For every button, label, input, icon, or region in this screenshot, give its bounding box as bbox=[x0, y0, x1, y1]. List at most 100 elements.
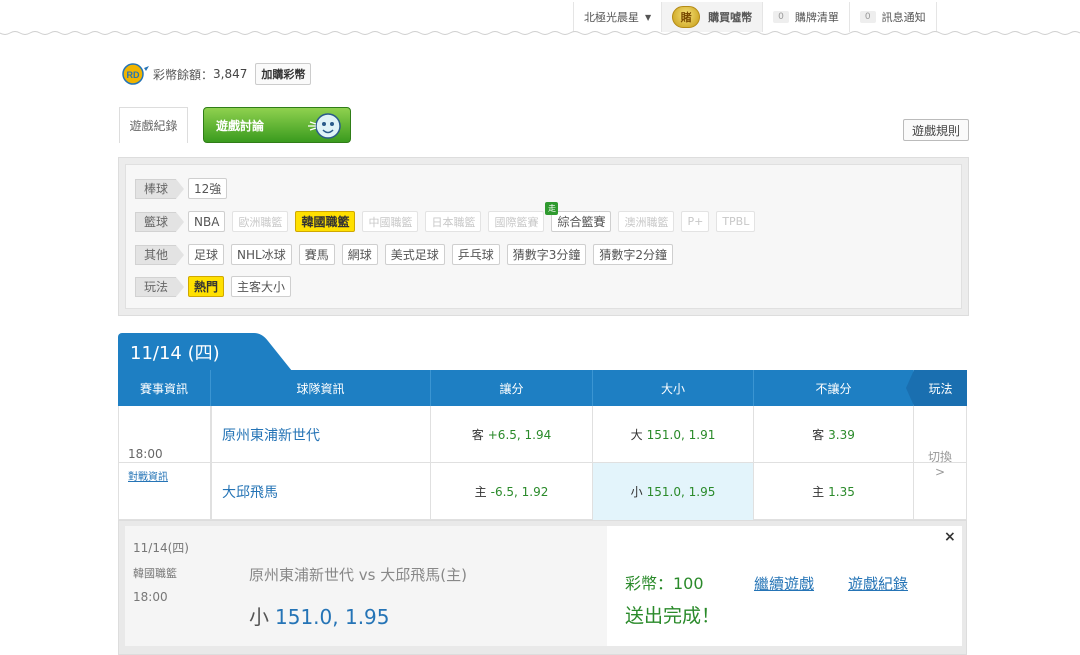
game-history-link[interactable]: 遊戲紀錄 bbox=[848, 573, 908, 594]
filter-chip-label: 足球 bbox=[194, 248, 219, 262]
total-odds-selected[interactable]: 小 151.0, 1.95 bbox=[593, 463, 754, 520]
filter-chip-label: NHL冰球 bbox=[237, 248, 286, 262]
filter-chip[interactable]: 足球 bbox=[188, 244, 225, 265]
header-total: 大小 bbox=[593, 370, 754, 406]
top-bar: 北極光晨星 ▼ 賭 購買噓幣 0 購牌清單 0 訊息通知 bbox=[0, 0, 1080, 33]
caret-down-icon: ▼ bbox=[645, 12, 652, 22]
filter-category: 籃球 bbox=[135, 211, 185, 232]
switch-button[interactable]: 切換 > bbox=[914, 406, 967, 520]
continue-game-link[interactable]: 繼續遊戲 bbox=[754, 573, 814, 594]
wave-divider bbox=[0, 31, 1080, 35]
filter-chip-label: 國際籃賽 bbox=[494, 215, 539, 229]
moneyline-value: 1.35 bbox=[828, 484, 855, 499]
result-time: 18:00 bbox=[133, 590, 168, 604]
notify-count: 0 bbox=[859, 11, 876, 23]
spread-value: +6.5, 1.94 bbox=[487, 427, 552, 442]
filter-chip-label: 美式足球 bbox=[390, 248, 439, 262]
buy-badge-icon: 賭 bbox=[672, 6, 701, 28]
rules-button[interactable]: 遊戲規則 bbox=[903, 119, 969, 141]
filter-chip[interactable]: 熱門 bbox=[188, 276, 225, 297]
tab-history[interactable]: 遊戲紀錄 bbox=[119, 107, 188, 143]
filter-chip-label: 綜合籃賽 bbox=[557, 215, 606, 229]
filter-chip-label: 主客大小 bbox=[237, 280, 286, 294]
user-menu[interactable]: 北極光晨星 ▼ bbox=[573, 2, 661, 32]
header-spread: 讓分 bbox=[431, 370, 593, 406]
result-done-message: 送出完成！ bbox=[625, 605, 721, 627]
spread-odds[interactable]: 主 -6.5, 1.92 bbox=[431, 463, 593, 520]
cart-link[interactable]: 0 購牌清單 bbox=[762, 2, 849, 32]
filter-chip[interactable]: 猜數字2分鐘 bbox=[593, 244, 674, 265]
total-value: 151.0, 1.95 bbox=[646, 484, 716, 499]
table-header: 賽事資訊 球隊資訊 讓分 大小 不讓分 玩法 bbox=[118, 370, 967, 406]
mascot-icon bbox=[308, 113, 341, 139]
result-league: 韓國職籃 bbox=[133, 567, 177, 580]
coin-icon: RD bbox=[122, 63, 149, 85]
filter-chip[interactable]: 乒乓球 bbox=[451, 244, 500, 265]
filter-category: 玩法 bbox=[135, 276, 185, 297]
date-tab: 11/14 (四) bbox=[118, 333, 238, 371]
header-event: 賽事資訊 bbox=[118, 370, 211, 406]
filter-chip[interactable]: 主客大小 bbox=[231, 276, 292, 297]
result-match: 原州東浦新世代 vs 大邱飛馬(主) bbox=[249, 566, 467, 584]
notify-label: 訊息通知 bbox=[881, 11, 926, 24]
tab-forum-label: 遊戲討論 bbox=[216, 118, 265, 133]
result-summary: 11/14(四) 韓國職籃 18:00 原州東浦新世代 vs 大邱飛馬(主) 小… bbox=[125, 526, 607, 646]
filter-chip[interactable]: 12強 bbox=[188, 178, 228, 199]
moneyline-side: 客 bbox=[812, 428, 825, 442]
filter-chip[interactable]: NHL冰球 bbox=[231, 244, 292, 265]
filter-chip-label: 網球 bbox=[347, 248, 372, 262]
filter-chip-label: 澳洲職籃 bbox=[624, 215, 669, 229]
moneyline-odds[interactable]: 主 1.35 bbox=[754, 463, 914, 520]
result-pick: 小 151.0, 1.95 bbox=[249, 601, 390, 630]
add-coin-button[interactable]: 加購彩幣 bbox=[255, 63, 312, 85]
filter-chip[interactable]: 賽馬 bbox=[298, 244, 335, 265]
filter-chip[interactable]: P+ bbox=[681, 211, 710, 232]
filter-row: 棒球 12強 bbox=[135, 178, 234, 199]
total-odds[interactable]: 大 151.0, 1.91 bbox=[593, 406, 754, 463]
filter-category: 棒球 bbox=[135, 178, 185, 199]
notify-link[interactable]: 0 訊息通知 bbox=[848, 2, 937, 32]
moneyline-side: 主 bbox=[812, 485, 825, 499]
header-play: 玩法 bbox=[906, 370, 967, 406]
filter-category: 其他 bbox=[135, 244, 185, 265]
team-name: 原州東浦新世代 bbox=[211, 406, 431, 463]
cart-count: 0 bbox=[773, 11, 789, 23]
filter-chip-label: 猜數字2分鐘 bbox=[599, 248, 668, 262]
filter-chip-label: 熱門 bbox=[194, 280, 219, 294]
close-icon[interactable]: × bbox=[944, 529, 956, 545]
pick-side: 小 bbox=[249, 605, 269, 629]
pick-value: 151.0, 1.95 bbox=[275, 605, 390, 629]
table-row: 大邱飛馬 主 -6.5, 1.92 小 151.0, 1.95 主 1.35 bbox=[118, 463, 967, 520]
filter-chip[interactable]: 綜合籃賽走 bbox=[545, 202, 612, 232]
spread-odds[interactable]: 客 +6.5, 1.94 bbox=[431, 406, 593, 463]
buy-button[interactable]: 賭 購買噓幣 bbox=[661, 2, 763, 32]
filter-chip-label: TPBL bbox=[722, 215, 750, 228]
filter-chip[interactable]: 網球 bbox=[341, 244, 378, 265]
result-coins: 彩幣：100 bbox=[625, 574, 704, 593]
filter-chip[interactable]: 日本職籃 bbox=[425, 211, 482, 232]
filter-chip-label: 中國職籃 bbox=[368, 215, 413, 229]
filter-chip[interactable]: 中國職籃 bbox=[362, 211, 419, 232]
moneyline-odds[interactable]: 客 3.39 bbox=[754, 406, 914, 463]
filter-chip[interactable]: 歐洲職籃 bbox=[232, 211, 289, 232]
filter-chip[interactable]: 國際籃賽 bbox=[488, 211, 545, 232]
walk-badge-icon: 走 bbox=[545, 202, 559, 215]
filter-chip-label: 猜數字3分鐘 bbox=[512, 248, 581, 262]
tab-forum[interactable]: 遊戲討論 bbox=[203, 107, 351, 143]
total-side: 小 bbox=[630, 485, 643, 499]
filter-chip[interactable]: TPBL bbox=[716, 211, 756, 232]
filter-chip[interactable]: 澳洲職籃 bbox=[618, 211, 675, 232]
filter-chip[interactable]: 韓國職籃 bbox=[295, 211, 356, 232]
filter-chip[interactable]: NBA bbox=[188, 211, 226, 232]
table-row: 原州東浦新世代 客 +6.5, 1.94 大 151.0, 1.91 客 3.39 bbox=[118, 406, 967, 463]
coin-balance: RD 彩幣餘額： 3,847 加購彩幣 bbox=[121, 62, 312, 86]
result-panel: 11/14(四) 韓國職籃 18:00 原州東浦新世代 vs 大邱飛馬(主) 小… bbox=[118, 520, 967, 655]
filter-chip-label: 歐洲職籃 bbox=[238, 215, 283, 229]
spread-value: -6.5, 1.92 bbox=[490, 484, 549, 499]
date-tab-tail bbox=[236, 333, 292, 371]
filter-chip-label: NBA bbox=[194, 214, 220, 229]
filter-row: 其他 足球 NHL冰球 賽馬 網球 美式足球 乒乓球 猜數字3分鐘 猜數字2分鐘 bbox=[135, 244, 680, 265]
filter-chip[interactable]: 猜數字3分鐘 bbox=[506, 244, 587, 265]
filter-chip[interactable]: 美式足球 bbox=[384, 244, 445, 265]
coin-value: 3,847 bbox=[213, 67, 248, 81]
